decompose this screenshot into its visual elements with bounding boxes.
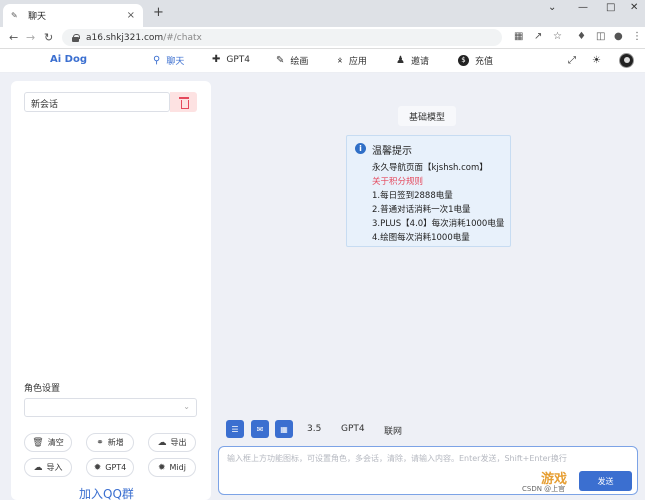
nav-draw-label: 绘画 bbox=[290, 57, 309, 67]
url-field[interactable]: a16.shkj321.com/#/chatx bbox=[62, 29, 502, 46]
nav-recharge-label: 充值 bbox=[475, 57, 494, 67]
notice-line: 2.普通对话消耗一次1电量 bbox=[372, 205, 471, 215]
dollar-icon: $ bbox=[458, 55, 469, 66]
send-button[interactable]: 发送 bbox=[579, 471, 632, 491]
gpt4-settings-button[interactable]: ✹ GPT4 bbox=[86, 458, 134, 477]
export-label: 导出 bbox=[170, 438, 187, 447]
headset-icon: ⚭ bbox=[96, 437, 104, 448]
app-header: Ai Dog ⚲ 聊天 ✚ GPT4 ✎ 绘画 ⨰ 应用 ♟ 邀请 $ 充值 ⤢… bbox=[0, 49, 645, 73]
info-icon: i bbox=[355, 143, 366, 154]
address-bar-row: ← → ↻ a16.shkj321.com/#/chatx ▦ ↗ ☆ ♦ ◫ … bbox=[0, 27, 645, 49]
url-host: a16.shkj321.com bbox=[86, 32, 164, 43]
chat-bubble-icon[interactable]: ✉ bbox=[251, 420, 269, 438]
tab-title: 聊天 bbox=[28, 12, 47, 22]
nav-draw[interactable]: ✎ 绘画 bbox=[276, 54, 308, 67]
export-button[interactable]: ☁ 导出 bbox=[148, 433, 196, 452]
nav-chat-label: 聊天 bbox=[166, 57, 185, 67]
sidepanel-icon[interactable]: ◫ bbox=[596, 31, 605, 42]
list-icon[interactable]: ☰ bbox=[226, 420, 244, 438]
nav-apps-label: 应用 bbox=[348, 57, 367, 67]
new-tab-button[interactable]: + bbox=[153, 5, 164, 20]
favicon-icon: ✎ bbox=[11, 11, 18, 20]
pencil-icon: ✎ bbox=[276, 55, 285, 66]
trash-icon bbox=[178, 96, 189, 109]
bookmark-star-icon[interactable]: ☆ bbox=[553, 31, 562, 42]
menu-icon[interactable]: ⋮ bbox=[632, 31, 642, 42]
clear-label: 清空 bbox=[47, 438, 64, 447]
gpt4-settings-label: GPT4 bbox=[105, 463, 127, 472]
notice-line: 1.每日签到2888电量 bbox=[372, 191, 453, 201]
notice-line: 3.PLUS【4.0】每次消耗1000电量 bbox=[372, 219, 505, 229]
app-icon: ⨰ bbox=[337, 55, 343, 66]
sidebar: 新会话 角色设置 ⌄ 🗑 清空 ⚭ 新增 ☁ 导出 ☁ 导入 ✹ GPT4 ✹ … bbox=[11, 81, 211, 500]
notice-line: 永久导航页面【kjshsh.com】 bbox=[372, 163, 488, 173]
nav-invite[interactable]: ♟ 邀请 bbox=[396, 54, 429, 67]
theme-sun-icon[interactable]: ☀ bbox=[592, 55, 601, 66]
browser-tab[interactable]: ✎ 聊天 × bbox=[3, 4, 143, 27]
tab-close-icon[interactable]: × bbox=[127, 10, 135, 21]
window-close-icon[interactable]: ✕ bbox=[630, 2, 638, 13]
role-settings-label: 角色设置 bbox=[24, 384, 61, 394]
share-icon[interactable]: ↗ bbox=[534, 31, 542, 42]
notice-title: 温馨提示 bbox=[372, 146, 412, 157]
option-web[interactable]: 联网 bbox=[384, 424, 402, 437]
import-label: 导入 bbox=[46, 463, 63, 472]
nav-chat[interactable]: ⚲ 聊天 bbox=[153, 54, 184, 67]
notice-line: 关于积分规则 bbox=[372, 177, 424, 187]
notice-box: i 温馨提示 永久导航页面【kjshsh.com】 关于积分规则 1.每日签到2… bbox=[346, 135, 511, 247]
message-input[interactable]: 输入框上方功能图标，可设置角色，多会话，清除，请输入内容。Enter发送，Shi… bbox=[218, 446, 638, 495]
tab-search-icon[interactable]: ⌄ bbox=[548, 2, 556, 13]
chevron-down-icon: ⌄ bbox=[183, 402, 190, 411]
notice-line: 4.绘图每次消耗1000电量 bbox=[372, 233, 470, 243]
browser-tab-strip: ✎ 聊天 × + ⌄ — □ ✕ bbox=[0, 0, 645, 27]
delete-conversation-button[interactable] bbox=[170, 92, 197, 112]
lock-icon bbox=[72, 33, 80, 42]
profile-icon[interactable]: ● bbox=[614, 31, 623, 42]
nav-gpt4[interactable]: ✚ GPT4 bbox=[212, 54, 250, 65]
brand-logo[interactable]: Ai Dog bbox=[50, 54, 87, 65]
role-select[interactable]: ⌄ bbox=[24, 398, 197, 417]
url-path: /#/chatx bbox=[163, 32, 202, 43]
extensions-icon[interactable]: ♦ bbox=[577, 31, 586, 42]
model-select-button[interactable]: 基础模型 bbox=[398, 106, 456, 126]
minimize-icon[interactable]: — bbox=[578, 2, 588, 13]
add-label: 新增 bbox=[107, 438, 124, 447]
nav-invite-label: 邀请 bbox=[410, 57, 429, 67]
back-icon[interactable]: ← bbox=[9, 31, 18, 44]
maximize-icon[interactable]: □ bbox=[606, 2, 615, 13]
plus-icon: ✚ bbox=[212, 54, 221, 65]
add-button[interactable]: ⚭ 新增 bbox=[86, 433, 134, 452]
trash-icon: 🗑 bbox=[32, 437, 44, 448]
fullscreen-icon[interactable]: ⤢ bbox=[568, 55, 576, 66]
reload-icon[interactable]: ↻ bbox=[44, 31, 53, 44]
avatar[interactable] bbox=[619, 53, 634, 68]
settings-icon: ✹ bbox=[93, 462, 102, 473]
nav-gpt4-label: GPT4 bbox=[226, 54, 251, 65]
midj-settings-button[interactable]: ✹ Midj bbox=[148, 458, 196, 477]
nav-apps[interactable]: ⨰ 应用 bbox=[337, 54, 367, 67]
delete-icon[interactable]: ▦ bbox=[275, 420, 293, 438]
settings-icon: ✹ bbox=[158, 462, 166, 473]
option-gpt35[interactable]: 3.5 bbox=[307, 424, 321, 434]
cloud-download-icon: ☁ bbox=[33, 462, 43, 473]
watermark-csdn: CSDN @上官 bbox=[522, 485, 566, 493]
midj-settings-label: Midj bbox=[169, 463, 186, 472]
join-qq-group-link[interactable]: 加入QQ群 bbox=[79, 485, 134, 500]
conversation-item[interactable]: 新会话 bbox=[24, 92, 170, 112]
cloud-upload-icon: ☁ bbox=[157, 437, 167, 448]
clear-button[interactable]: 🗑 清空 bbox=[24, 433, 72, 452]
nav-recharge[interactable]: $ 充值 bbox=[458, 54, 493, 67]
option-gpt4[interactable]: GPT4 bbox=[341, 424, 365, 434]
translate-icon[interactable]: ▦ bbox=[514, 31, 523, 42]
import-button[interactable]: ☁ 导入 bbox=[24, 458, 72, 477]
location-pin-icon: ⚲ bbox=[153, 55, 161, 66]
invite-user-icon: ♟ bbox=[396, 55, 405, 66]
forward-icon[interactable]: → bbox=[26, 31, 35, 44]
